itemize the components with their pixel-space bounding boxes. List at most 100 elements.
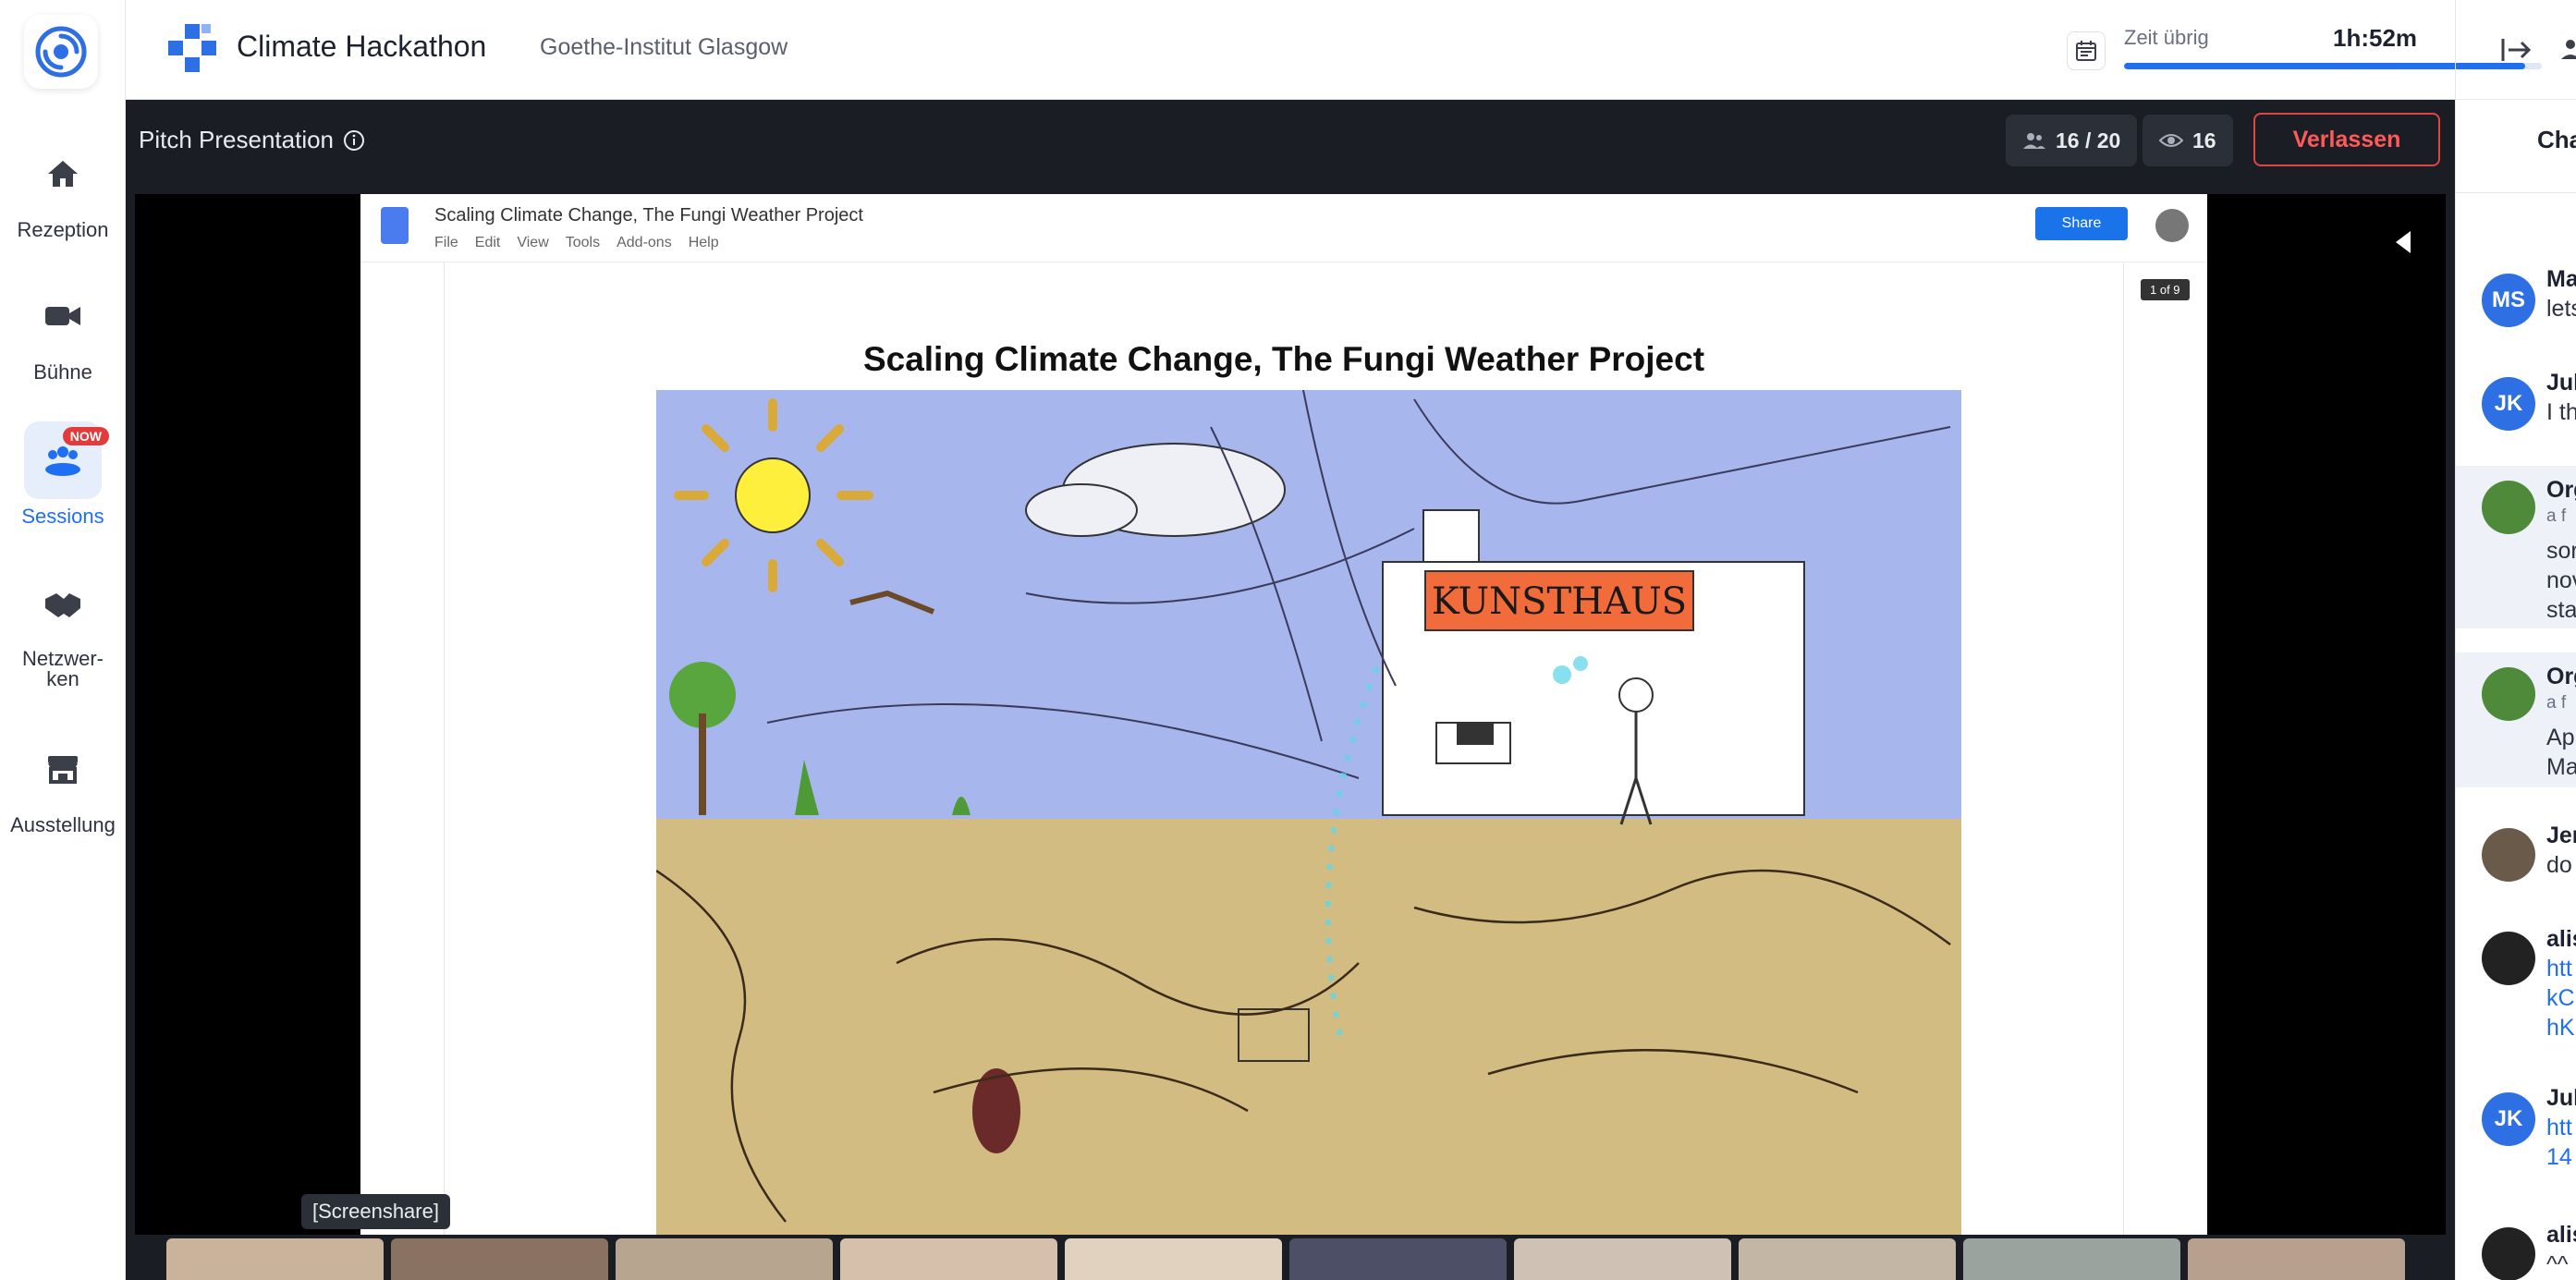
time-remaining-value: 1h:52m [2333, 24, 2418, 52]
kunsthaus-sign-text: KUNSTHAUS [1432, 580, 1687, 623]
sessions-icon: NOW [24, 421, 109, 499]
event-organizer: Goethe-Institut Glasgow [540, 34, 788, 60]
avatar: MS [2482, 274, 2535, 327]
doc-page-indicator: 1 of 9 [2141, 279, 2190, 300]
left-navigation-rail: Rezeption Bühne NOW Sessions Netzwer- ke… [0, 0, 126, 1280]
avatar [2482, 932, 2535, 985]
viewers-count-text: 16 [2192, 128, 2216, 152]
participant-video-thumb[interactable] [391, 1238, 608, 1280]
avatar: JK [2482, 377, 2535, 431]
participant-video-thumb[interactable] [840, 1238, 1057, 1280]
handshake-icon [24, 566, 102, 643]
event-logo-icon [168, 24, 216, 72]
doc-user-avatar [2155, 209, 2189, 242]
shared-document: Scaling Climate Change, The Fungi Weathe… [360, 194, 2207, 1235]
chat-link[interactable]: hK [2546, 1015, 2575, 1042]
chat-text: lets [2546, 296, 2576, 322]
app-logo[interactable] [24, 15, 98, 89]
chat-message: alis htt kC hK [2456, 924, 2576, 1054]
doc-menu-tools: Tools [565, 235, 601, 250]
chat-author: alis [2546, 926, 2576, 952]
doc-menubar: File Edit View Tools Add-ons Help [434, 235, 719, 251]
chat-link[interactable]: htt [2546, 1115, 2572, 1141]
avatar [2482, 828, 2535, 882]
chat-message: JK Jul htt 14 [2456, 1083, 2576, 1194]
participant-video-thumb[interactable] [616, 1238, 833, 1280]
participant-video-thumb[interactable] [1065, 1238, 1282, 1280]
session-title: Pitch Presentation [139, 126, 365, 154]
chat-role: a f [2546, 693, 2567, 713]
eye-icon [2159, 134, 2183, 147]
participants-count: 16 / 20 [2006, 115, 2138, 166]
nav-sessions-label: Sessions [21, 505, 104, 528]
chat-message-pinned: Org a f Ap Ma [2456, 652, 2576, 787]
doc-menu-file: File [434, 235, 458, 250]
nav-netzwerken[interactable]: Netzwer- ken [0, 566, 126, 689]
calendar-button[interactable] [2067, 31, 2106, 70]
booth-icon [24, 730, 102, 808]
top-header: Climate Hackathon Goethe-Institut Glasgo… [126, 0, 2576, 100]
chat-author: Jul [2546, 370, 2576, 396]
nav-sessions[interactable]: NOW Sessions [0, 421, 126, 529]
docs-file-icon [381, 207, 409, 244]
nav-ausstellung[interactable]: Ausstellung [0, 730, 126, 837]
participant-video-thumb[interactable] [1289, 1238, 1507, 1280]
people-icon [2023, 133, 2045, 149]
doc-menu-help: Help [688, 235, 719, 250]
chat-text: sta [2546, 597, 2576, 623]
calendar-icon [2076, 41, 2096, 61]
tab-chat[interactable]: Chat [2537, 126, 2576, 154]
chat-message: MS Ma lets [2456, 264, 2576, 357]
chat-link[interactable]: kC [2546, 985, 2575, 1012]
chat-message-pinned: Org a f sor nov sta [2456, 466, 2576, 628]
participant-video-strip [166, 1238, 2405, 1280]
chat-link[interactable]: 14 [2546, 1144, 2572, 1171]
participant-video-thumb[interactable] [1739, 1238, 1956, 1280]
chat-author: Ma [2546, 266, 2576, 292]
chat-message: Jer do [2456, 821, 2576, 913]
chat-author: Jul [2546, 1085, 2576, 1111]
avatar: JK [2482, 1092, 2535, 1146]
session-title-text: Pitch Presentation [139, 126, 335, 153]
doc-share-button: Share [2035, 207, 2128, 240]
chat-text: sor [2546, 538, 2576, 564]
home-icon [24, 135, 102, 213]
chat-text: Ap [2546, 725, 2575, 750]
doc-heading: Scaling Climate Change, The Fungi Weathe… [862, 340, 1705, 378]
avatar [2482, 667, 2535, 721]
time-progress-fill [2124, 63, 2525, 69]
collapse-panel-icon[interactable] [2497, 31, 2534, 68]
info-icon[interactable] [343, 129, 365, 152]
chat-link[interactable]: htt [2546, 956, 2572, 982]
doc-menu-view: View [517, 235, 549, 250]
avatar [2482, 1227, 2535, 1280]
nav-buehne[interactable]: Bühne [0, 277, 126, 384]
now-badge: NOW [62, 427, 109, 445]
people-icon[interactable] [2557, 31, 2576, 68]
doc-header: Scaling Climate Change, The Fungi Weathe… [360, 194, 2207, 262]
chat-author: Jer [2546, 823, 2576, 848]
participant-video-thumb[interactable] [1514, 1238, 1731, 1280]
chat-text: nov [2546, 567, 2576, 593]
event-title: Climate Hackathon [237, 30, 487, 63]
chat-text: do [2546, 852, 2572, 878]
chat-message: JK Jul I th [2456, 368, 2576, 460]
chat-author: alis [2546, 1222, 2576, 1248]
play-left-icon[interactable] [2385, 224, 2422, 261]
screenshare-stage: Scaling Climate Change, The Fungi Weathe… [135, 194, 2446, 1235]
doc-name: Scaling Climate Change, The Fungi Weathe… [434, 205, 863, 226]
time-progress-bar [2124, 63, 2542, 69]
participant-video-thumb[interactable] [166, 1238, 384, 1280]
doc-menu-addons: Add-ons [617, 235, 672, 250]
chat-message: alis ^^ [2456, 1220, 2576, 1280]
leave-button[interactable]: Verlassen [2253, 113, 2440, 166]
chat-text: I th [2546, 399, 2576, 425]
participant-video-thumb[interactable] [1963, 1238, 2180, 1280]
participant-video-thumb[interactable] [2188, 1238, 2405, 1280]
session-area: Pitch Presentation 16 / 20 16 Verlassen … [126, 100, 2455, 1280]
nav-rezeption[interactable]: Rezeption [0, 135, 126, 242]
chat-tab-divider [2456, 192, 2576, 193]
app-window: { "header": { "event_title": "Climate Ha… [0, 0, 2576, 1280]
video-camera-icon [24, 277, 102, 355]
chat-author: Org [2546, 477, 2576, 503]
